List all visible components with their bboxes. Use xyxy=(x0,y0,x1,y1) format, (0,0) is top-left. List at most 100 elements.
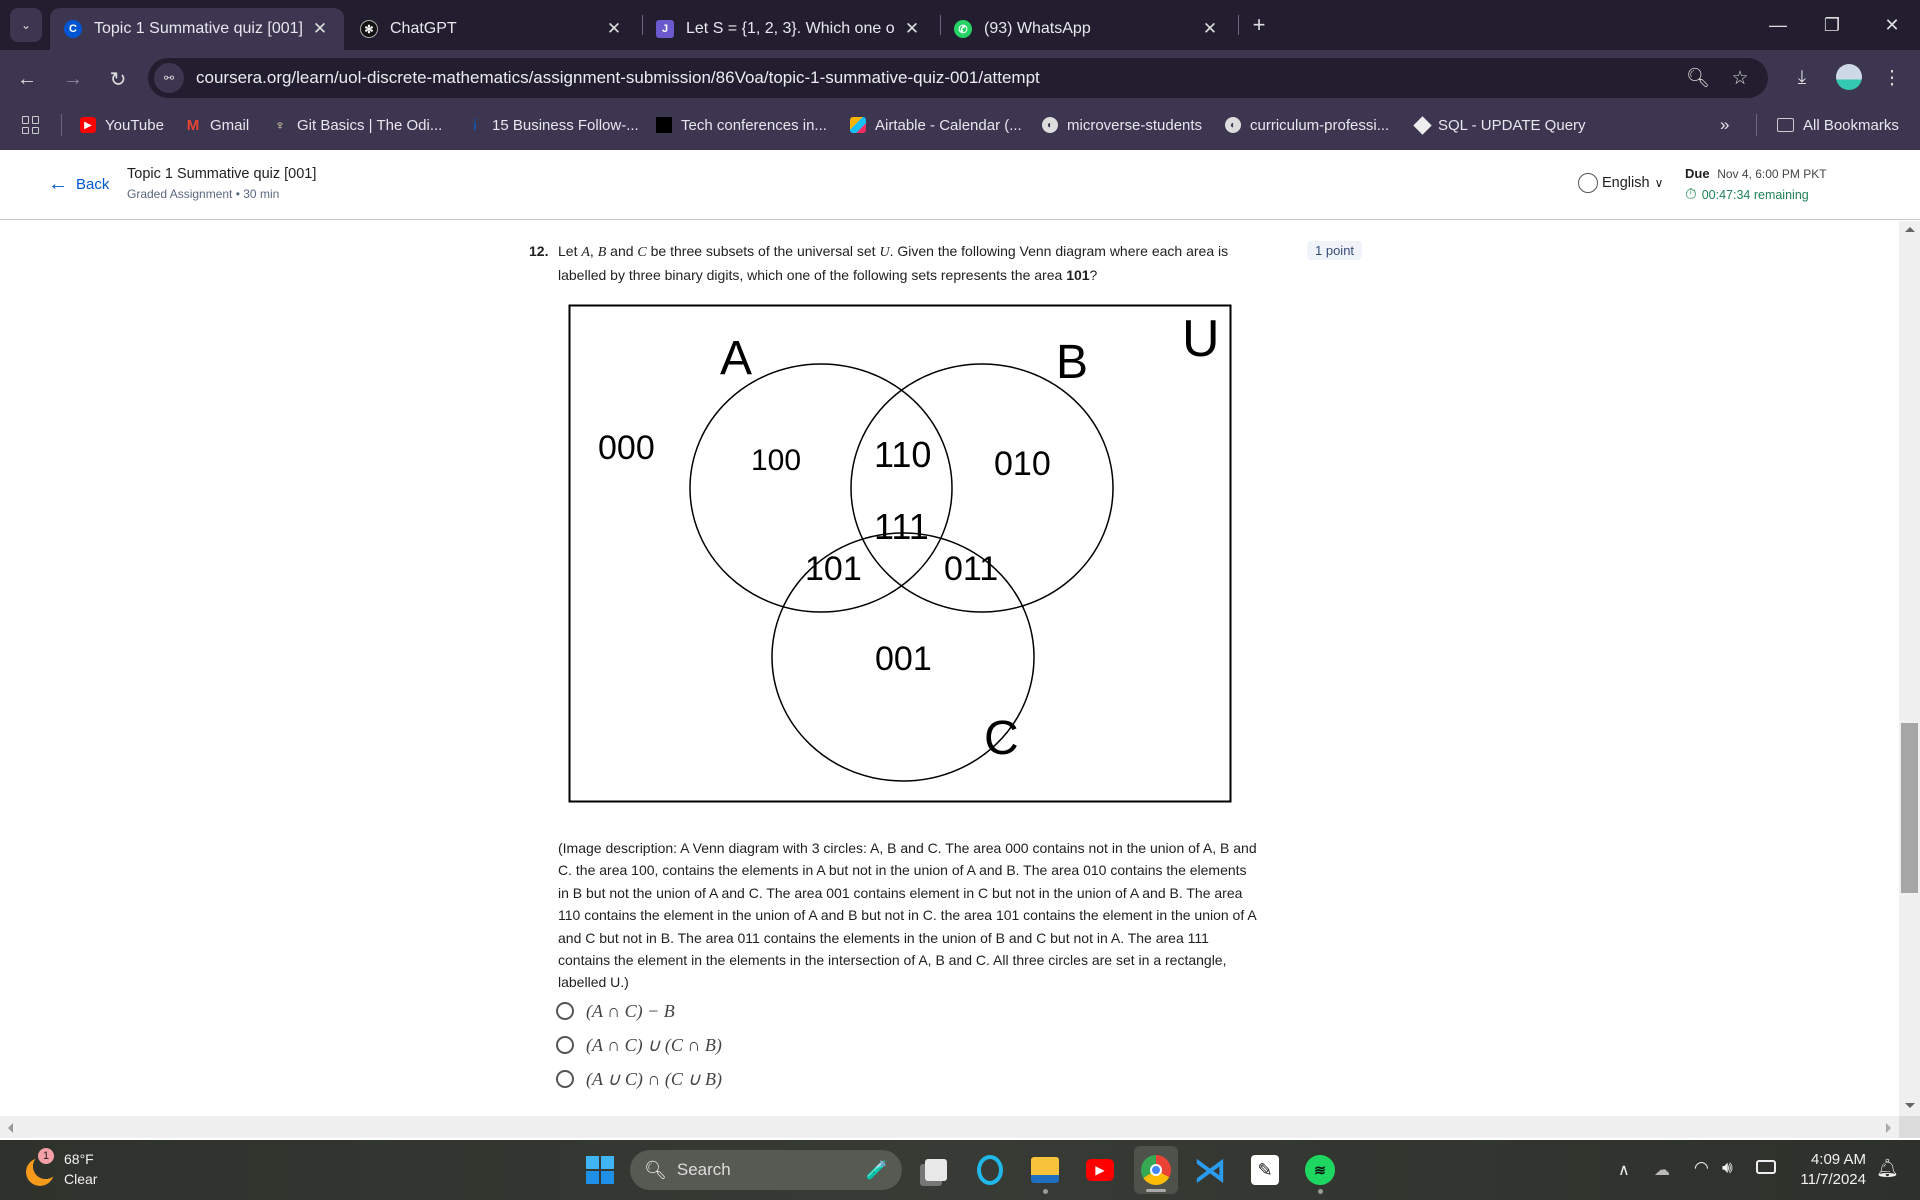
close-icon: ✕ xyxy=(1884,14,1900,35)
tab-divider xyxy=(1238,15,1239,35)
tab-coursera[interactable]: C Topic 1 Summative quiz [001] | C ✕ xyxy=(50,8,344,50)
radio-button[interactable] xyxy=(556,1036,574,1054)
notification-bell-icon[interactable]: 🔔︎ xyxy=(1876,1158,1899,1179)
bookmarks-overflow-button[interactable]: » xyxy=(1720,114,1729,136)
region-110: 110 xyxy=(874,434,931,475)
menu-kebab-icon[interactable]: ⋮ xyxy=(1878,64,1906,92)
scrollbar-thumb[interactable] xyxy=(1901,723,1918,893)
bookmark-curriculum[interactable]: ◐ curriculum-professi... xyxy=(1225,114,1389,136)
radio-button[interactable] xyxy=(556,1002,574,1020)
tab-whatsapp[interactable]: ✆ (93) WhatsApp ✕ xyxy=(950,8,1230,50)
text: , xyxy=(589,243,598,259)
close-tab-icon[interactable]: ✕ xyxy=(1200,19,1220,39)
spotify-button[interactable]: ≋ xyxy=(1302,1152,1338,1188)
vertical-scrollbar[interactable] xyxy=(1899,221,1920,1116)
weather-widget[interactable]: 1 xyxy=(24,1148,56,1186)
taskbar-search[interactable]: 🔍︎ Search 🧪 xyxy=(630,1150,902,1190)
bookmark-youtube[interactable]: ▶ YouTube xyxy=(80,114,164,136)
download-icon[interactable]: ⤓ xyxy=(1788,64,1816,92)
bookmark-label: Tech conferences in... xyxy=(681,116,827,134)
active-indicator xyxy=(1146,1189,1166,1192)
restore-button[interactable]: ❐ xyxy=(1812,10,1852,40)
file-explorer-button[interactable] xyxy=(1027,1152,1063,1188)
answer-option-1[interactable]: (A ∩ C) − B xyxy=(556,998,675,1024)
tab-question[interactable]: J Let S = {1, 2, 3}. Which one of th ✕ xyxy=(652,8,932,50)
clock-time[interactable]: 4:09 AM xyxy=(1804,1151,1866,1168)
apps-grid-icon[interactable] xyxy=(22,116,40,134)
start-button[interactable] xyxy=(582,1152,618,1188)
airtable-icon xyxy=(850,117,866,133)
bookmark-odin[interactable]: ♆ Git Basics | The Odi... xyxy=(272,114,443,136)
wifi-icon[interactable]: ◠ xyxy=(1694,1158,1709,1178)
region-011: 011 xyxy=(944,550,998,588)
close-tab-icon[interactable]: ✕ xyxy=(604,19,624,39)
minimize-button[interactable]: — xyxy=(1758,10,1798,40)
running-indicator xyxy=(1318,1189,1323,1194)
clock-date[interactable]: 11/7/2024 xyxy=(1794,1171,1866,1188)
bookmark-microverse[interactable]: ◐ microverse-students xyxy=(1042,114,1202,136)
scroll-down-arrow-icon[interactable] xyxy=(1905,1103,1915,1108)
option-label: (A ∩ C) ∪ (C ∩ B) xyxy=(586,1034,722,1055)
chevron-down-icon: ∨ xyxy=(1654,176,1664,190)
running-indicator xyxy=(1043,1189,1048,1194)
region-101: 101 xyxy=(805,550,862,588)
tune-icon: ⚯ xyxy=(163,71,175,85)
cortana-button[interactable] xyxy=(972,1152,1008,1188)
tab-chatgpt[interactable]: ✻ ChatGPT ✕ xyxy=(354,8,634,50)
bookmark-business[interactable]: i 15 Business Follow-... xyxy=(467,114,639,136)
language-selector[interactable]: English ∨ xyxy=(1578,173,1663,193)
chrome-button[interactable] xyxy=(1138,1152,1174,1188)
all-bookmarks-button[interactable]: All Bookmarks xyxy=(1777,114,1899,136)
reload-button[interactable]: ↻ xyxy=(103,64,133,94)
tab-search-button[interactable]: ⌄ xyxy=(10,8,42,42)
math-var: A xyxy=(581,245,590,260)
close-tab-icon[interactable]: ✕ xyxy=(902,19,922,39)
url-text[interactable]: coursera.org/learn/uol-discrete-mathemat… xyxy=(196,68,1040,88)
math-var: C xyxy=(637,245,647,260)
horizontal-scrollbar[interactable] xyxy=(0,1116,1899,1138)
scroll-right-arrow-icon[interactable] xyxy=(1886,1123,1891,1133)
bookmark-techconf[interactable]: Tech conferences in... xyxy=(656,114,827,136)
youtube-icon: ▶ xyxy=(1086,1159,1114,1181)
answer-option-3[interactable]: (A ∪ C) ∩ (C ∪ B) xyxy=(556,1066,722,1092)
bookmark-star-icon[interactable]: ☆ xyxy=(1726,64,1754,92)
venn-diagram: A B C U 000 100 110 010 111 101 011 001 xyxy=(568,304,1232,803)
task-view-button[interactable] xyxy=(918,1152,954,1188)
windows-icon xyxy=(586,1156,614,1184)
bookmark-airtable[interactable]: Airtable - Calendar (... xyxy=(850,114,1022,136)
tab-title: Let S = {1, 2, 3}. Which one of th xyxy=(686,20,894,37)
assignment-header: ← Back Topic 1 Summative quiz [001] Grad… xyxy=(0,150,1920,220)
notes-app-button[interactable]: ✎ xyxy=(1247,1152,1283,1188)
show-hidden-icons-button[interactable]: ∧ xyxy=(1618,1160,1630,1180)
site-info-button[interactable]: ⚯ xyxy=(154,63,184,93)
back-button[interactable]: ← Back xyxy=(48,173,109,196)
youtube-app-button[interactable]: ▶ xyxy=(1082,1152,1118,1188)
answer-option-2[interactable]: (A ∩ C) ∪ (C ∩ B) xyxy=(556,1032,722,1058)
onedrive-icon[interactable]: ☁ xyxy=(1654,1160,1670,1180)
bookmark-label: 15 Business Follow-... xyxy=(492,116,639,134)
vscode-button[interactable]: ⋊ xyxy=(1192,1152,1228,1188)
close-tab-icon[interactable]: ✕ xyxy=(310,19,330,39)
scroll-left-arrow-icon[interactable] xyxy=(8,1123,13,1133)
gmail-icon: M xyxy=(186,116,200,134)
zoom-icon[interactable]: 🔍︎ xyxy=(1684,64,1712,92)
set-label-a: A xyxy=(720,332,752,385)
option-label: (A ∩ C) − B xyxy=(586,1000,675,1021)
region-001: 001 xyxy=(875,640,932,678)
chevron-down-icon: ⌄ xyxy=(20,18,32,32)
close-window-button[interactable]: ✕ xyxy=(1872,10,1912,40)
new-tab-button[interactable]: + xyxy=(1244,10,1274,40)
bookmark-gmail[interactable]: M Gmail xyxy=(185,114,249,136)
profile-avatar[interactable] xyxy=(1836,64,1862,90)
battery-icon[interactable] xyxy=(1756,1160,1776,1174)
reload-icon: ↻ xyxy=(109,68,127,91)
forward-nav-button[interactable]: → xyxy=(58,64,88,94)
stopwatch-icon: ⏱︎ xyxy=(1685,186,1697,203)
radio-button[interactable] xyxy=(556,1070,574,1088)
bookmark-sql[interactable]: SQL - UPDATE Query xyxy=(1413,114,1586,136)
minimize-icon: — xyxy=(1769,14,1787,35)
scroll-up-arrow-icon[interactable] xyxy=(1905,227,1915,232)
back-nav-button[interactable]: ← xyxy=(12,64,42,94)
volume-icon[interactable]: 🔊︎ xyxy=(1722,1158,1733,1178)
globe-icon: ◐ xyxy=(1225,117,1241,133)
